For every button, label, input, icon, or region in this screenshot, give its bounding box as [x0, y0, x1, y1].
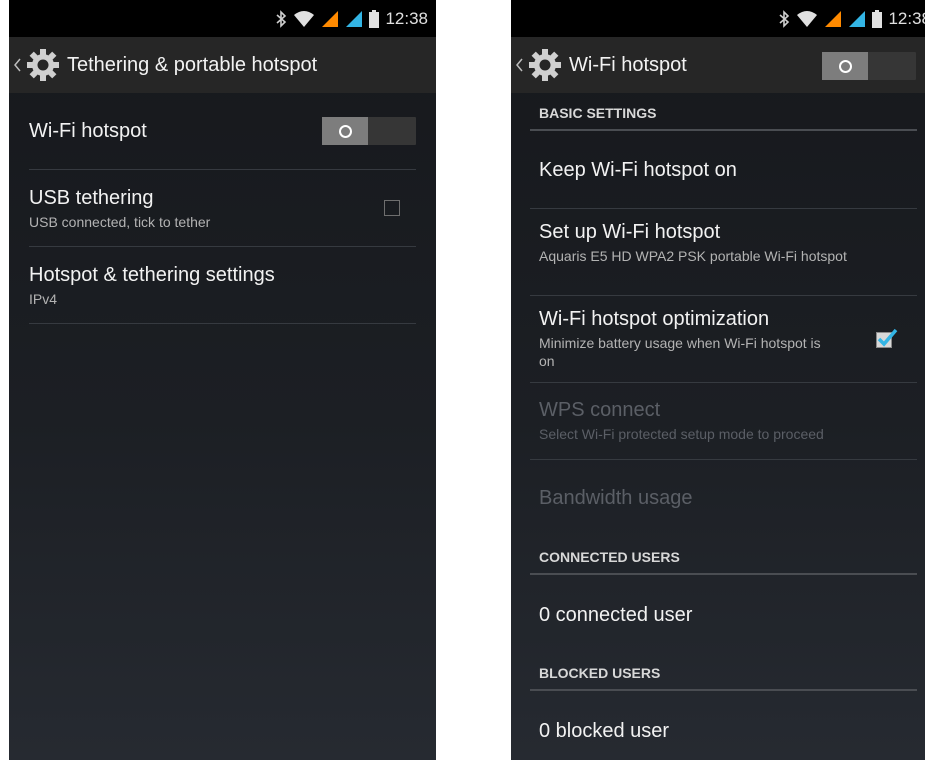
checkmark-icon [877, 328, 898, 347]
blocked-users-count: 0 blocked user [539, 720, 670, 742]
settings-list: BASIC SETTINGS Keep Wi-Fi hotspot on Set… [530, 93, 917, 760]
back-chevron-icon[interactable] [515, 58, 525, 72]
status-bar: 12:38 [9, 0, 436, 37]
signal-orange-icon [824, 10, 842, 28]
list-item-connected-users[interactable]: 0 connected user [530, 575, 917, 652]
clock: 12:38 [888, 8, 925, 28]
bandwidth-usage-label: Bandwidth usage [539, 487, 693, 509]
list-item-setup-hotspot[interactable]: Set up Wi-Fi hotspot Aquaris E5 HD WPA2 … [530, 209, 917, 296]
list-item-keep-hotspot-on[interactable]: Keep Wi-Fi hotspot on [530, 131, 917, 209]
wps-connect-label: WPS connect [539, 399, 661, 421]
clock: 12:38 [385, 8, 428, 28]
page-title: Tethering & portable hotspot [67, 53, 318, 76]
back-chevron-icon[interactable] [13, 58, 23, 72]
hotspot-optimization-summary: Minimize battery usage when Wi-Fi hotspo… [539, 335, 821, 369]
toggle-thumb [322, 117, 368, 145]
list-item-wifi-hotspot[interactable]: Wi-Fi hotspot [29, 93, 416, 170]
wifi-icon [796, 10, 818, 28]
section-header-basic-settings: BASIC SETTINGS [530, 93, 917, 131]
section-header-connected-users: CONNECTED USERS [530, 537, 917, 575]
hotspot-settings-summary: IPv4 [29, 291, 58, 307]
tethering-screen: 12:38 Tethering & portable hotspot Wi-Fi… [9, 0, 436, 760]
wifi-hotspot-master-toggle[interactable] [822, 52, 916, 80]
status-bar: 12:38 [511, 0, 925, 37]
action-bar: Wi-Fi hotspot [511, 37, 925, 93]
toggle-thumb [822, 52, 868, 80]
list-item-blocked-users[interactable]: 0 blocked user [530, 691, 917, 760]
signal-orange-icon [321, 10, 339, 28]
battery-icon [872, 9, 883, 28]
hotspot-optimization-checkbox[interactable] [876, 328, 898, 348]
section-header-blocked-users: BLOCKED USERS [530, 652, 917, 691]
usb-tethering-checkbox[interactable] [384, 200, 400, 216]
hotspot-settings-label: Hotspot & tethering settings [29, 264, 275, 286]
bluetooth-icon [778, 9, 790, 28]
list-item-wps-connect[interactable]: WPS connect Select Wi-Fi protected setup… [530, 383, 917, 460]
usb-tethering-summary: USB connected, tick to tether [29, 214, 211, 230]
setup-hotspot-summary: Aquaris E5 HD WPA2 PSK portable Wi-Fi ho… [539, 248, 847, 264]
wps-connect-summary: Select Wi-Fi protected setup mode to pro… [539, 426, 824, 442]
list-item-hotspot-optimization[interactable]: Wi-Fi hotspot optimization Minimize batt… [530, 296, 917, 383]
battery-icon [369, 9, 380, 28]
wifi-hotspot-screen: 12:38 Wi-Fi hotspot BASIC SETTING [511, 0, 925, 760]
settings-list: Wi-Fi hotspot USB tethering USB connecte… [29, 93, 416, 324]
list-item-bandwidth-usage[interactable]: Bandwidth usage [530, 460, 917, 537]
wifi-hotspot-label: Wi-Fi hotspot [29, 120, 147, 142]
list-item-usb-tethering[interactable]: USB tethering USB connected, tick to tet… [29, 170, 416, 247]
wifi-hotspot-toggle[interactable] [322, 117, 416, 145]
usb-tethering-label: USB tethering [29, 187, 154, 209]
hotspot-optimization-label: Wi-Fi hotspot optimization [539, 308, 770, 330]
setup-hotspot-label: Set up Wi-Fi hotspot [539, 221, 721, 243]
wifi-icon [293, 10, 315, 28]
gear-icon[interactable] [527, 47, 563, 83]
list-item-hotspot-settings[interactable]: Hotspot & tethering settings IPv4 [29, 247, 416, 324]
action-bar: Tethering & portable hotspot [9, 37, 436, 93]
signal-blue-icon [848, 10, 866, 28]
keep-hotspot-on-label: Keep Wi-Fi hotspot on [539, 159, 737, 181]
connected-users-count: 0 connected user [539, 604, 693, 626]
page-title: Wi-Fi hotspot [569, 53, 687, 76]
bluetooth-icon [275, 9, 287, 28]
gear-icon[interactable] [25, 47, 61, 83]
signal-blue-icon [345, 10, 363, 28]
